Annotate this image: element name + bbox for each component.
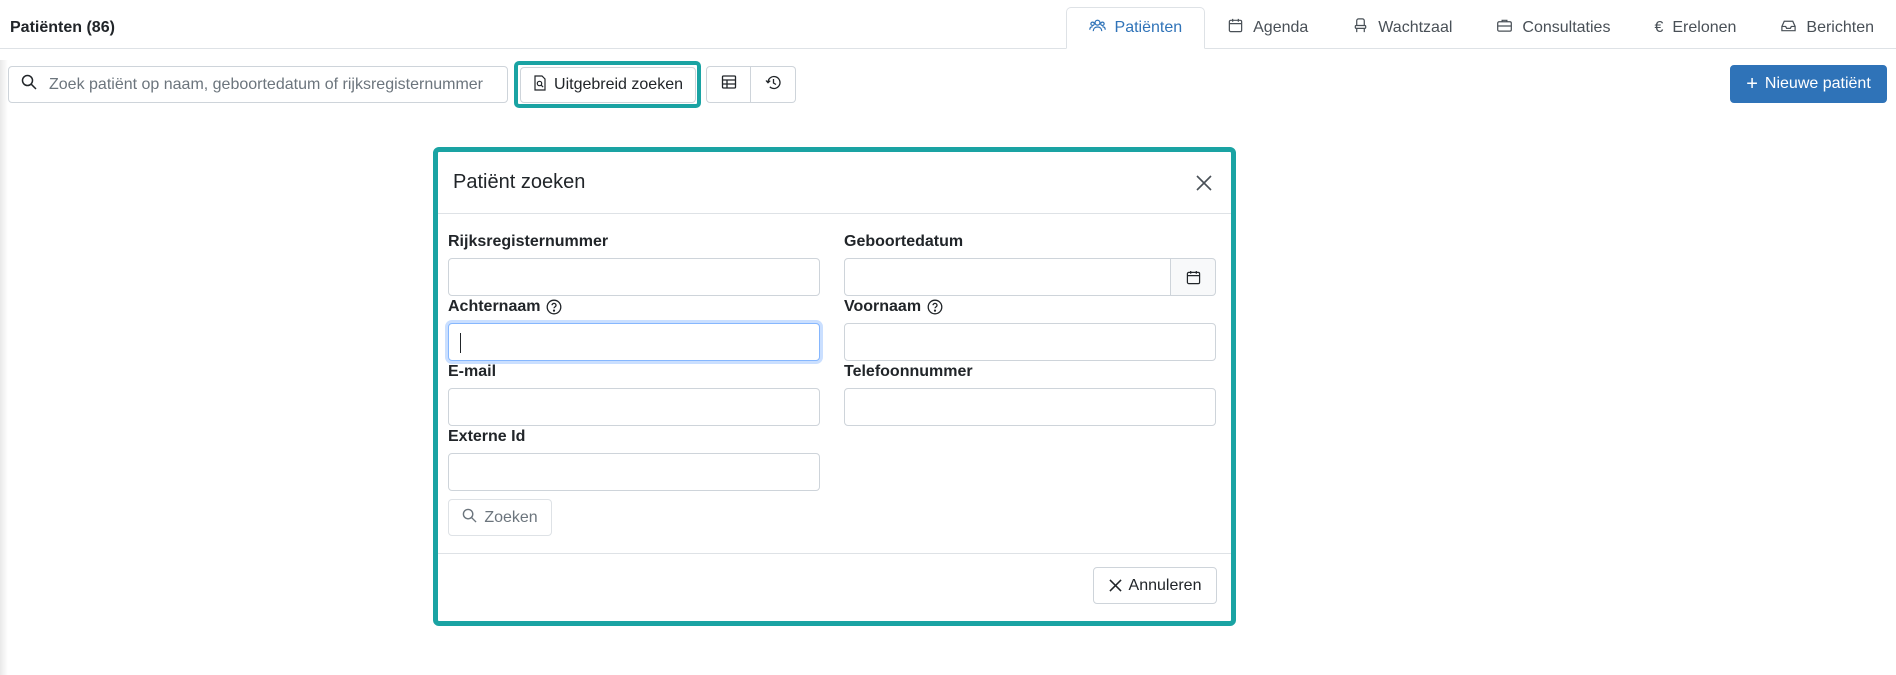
telefoonnummer-field[interactable] [844, 388, 1216, 426]
tab-label: Erelonen [1672, 19, 1737, 36]
tab-patienten[interactable]: Patiënten [1065, 7, 1206, 49]
achternaam-group: Achternaam [448, 297, 820, 361]
history-button[interactable] [751, 66, 796, 103]
inbox-icon [1780, 17, 1797, 39]
tab-label: Agenda [1253, 19, 1309, 36]
search-submit-label: Zoeken [484, 508, 538, 526]
search-submit-button[interactable]: Zoeken [448, 499, 552, 536]
rijksregisternummer-label: Rijksregisternummer [448, 233, 609, 250]
calendar-icon [1186, 270, 1200, 284]
modal-footer: Annuleren [438, 554, 1231, 621]
search-icon [21, 74, 37, 95]
advanced-search-label: Uitgebreid zoeken [554, 76, 683, 93]
geboortedatum-label: Geboortedatum [844, 233, 964, 250]
text-cursor [460, 333, 461, 353]
modal-body: Rijksregisternummer Geboortedatum Achter… [438, 214, 1231, 554]
achternaam-field[interactable] [448, 323, 820, 361]
briefcase-icon [1496, 17, 1513, 39]
rijksregisternummer-field[interactable] [448, 258, 820, 296]
voornaam-label: Voornaam [844, 297, 1216, 317]
telefoonnummer-group: Telefoonnummer [844, 362, 1216, 426]
voornaam-field[interactable] [844, 323, 1216, 361]
patient-search-box [8, 66, 508, 103]
email-group: E-mail [448, 362, 820, 426]
modal-title: Patiënt zoeken [453, 171, 586, 193]
externe-id-label: Externe Id [448, 428, 526, 445]
patient-search-modal: Patiënt zoeken Rijksregisternummer Geboo… [433, 147, 1236, 626]
externe-id-field[interactable] [448, 453, 820, 491]
close-icon [1108, 579, 1122, 592]
telefoonnummer-label: Telefoonnummer [844, 363, 973, 380]
file-search-icon [533, 74, 547, 96]
left-edge-shadow [0, 60, 8, 675]
cancel-button[interactable]: Annuleren [1093, 567, 1217, 604]
tab-label: Consultaties [1522, 19, 1611, 36]
history-icon [765, 74, 782, 96]
tab-consultaties[interactable]: Consultaties [1474, 7, 1632, 49]
externe-id-group: Externe Id [448, 427, 820, 491]
help-icon[interactable] [546, 299, 562, 315]
new-patient-label: Nieuwe patiënt [1764, 75, 1871, 92]
tab-erelonen[interactable]: € Erelonen [1632, 7, 1758, 49]
close-icon [1196, 174, 1212, 191]
euro-icon: € [1654, 19, 1664, 36]
geboortedatum-group: Geboortedatum [844, 232, 1216, 296]
voornaam-group: Voornaam [844, 297, 1216, 361]
tab-wachtzaal[interactable]: Wachtzaal [1330, 7, 1474, 49]
help-icon[interactable] [927, 299, 943, 315]
cancel-label: Annuleren [1128, 576, 1202, 594]
tab-label: Berichten [1806, 19, 1874, 36]
view-button-group [706, 66, 796, 103]
users-icon [1088, 17, 1106, 39]
table-icon [721, 74, 737, 95]
page-title: Patiënten (86) [10, 19, 115, 36]
date-picker-button[interactable] [1171, 258, 1216, 296]
tab-agenda[interactable]: Agenda [1205, 7, 1330, 49]
tab-berichten[interactable]: Berichten [1758, 7, 1896, 49]
achternaam-label: Achternaam [448, 297, 820, 317]
table-view-button[interactable] [706, 66, 751, 103]
tab-label: Wachtzaal [1378, 19, 1453, 36]
close-button[interactable] [1189, 168, 1219, 198]
patient-search-input[interactable] [47, 74, 487, 95]
new-patient-button[interactable]: + Nieuwe patiënt [1730, 65, 1887, 103]
main-tabs: Patiënten Agenda Wachtzaal Consultaties … [1065, 7, 1896, 49]
rijksregisternummer-group: Rijksregisternummer [448, 232, 820, 296]
calendar-icon [1227, 17, 1244, 39]
email-field[interactable] [448, 388, 820, 426]
search-icon [462, 508, 477, 528]
tab-label: Patiënten [1114, 19, 1183, 36]
email-label: E-mail [448, 363, 497, 380]
chair-icon [1352, 17, 1369, 39]
modal-header: Patiënt zoeken [438, 152, 1231, 214]
advanced-search-button[interactable]: Uitgebreid zoeken [520, 67, 696, 103]
geboortedatum-field[interactable] [844, 258, 1171, 296]
plus-icon: + [1746, 73, 1758, 95]
